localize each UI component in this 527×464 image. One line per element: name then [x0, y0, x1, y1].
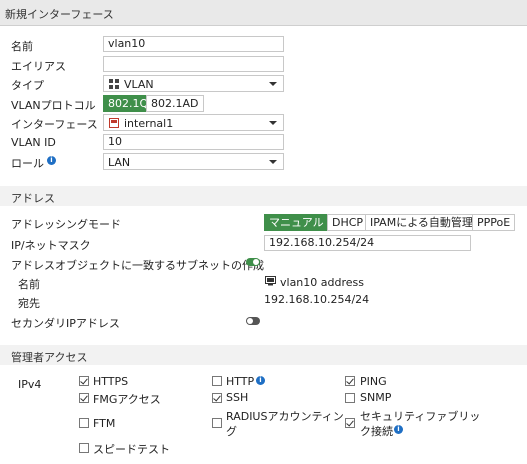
vlan-protocol-8021ad[interactable]: 802.1AD	[146, 95, 204, 112]
ipv4-label: IPv4	[18, 378, 42, 391]
mode-dhcp-button[interactable]: DHCP	[327, 214, 369, 231]
chevron-down-icon	[269, 82, 277, 86]
fmg-access-label: FMGアクセス	[93, 393, 161, 406]
ftm-checkbox[interactable]	[79, 418, 89, 428]
mode-manual-button[interactable]: マニュアル	[264, 214, 329, 231]
radius-accounting-label-line1: RADIUSアカウンティン	[226, 410, 344, 423]
role-value: LAN	[108, 156, 131, 169]
snmp-label: SNMP	[360, 391, 392, 404]
https-checkbox[interactable]	[79, 376, 89, 386]
chevron-down-icon	[269, 160, 277, 164]
port-icon	[109, 118, 119, 128]
fmg-access-checkbox[interactable]	[79, 393, 89, 403]
subnet-dest-value: 192.168.10.254/24	[264, 293, 370, 306]
create-subnet-toggle[interactable]	[246, 258, 260, 266]
chevron-down-icon	[269, 121, 277, 125]
info-icon[interactable]: i	[256, 376, 265, 385]
type-select[interactable]: VLAN	[103, 75, 284, 92]
ftm-label: FTM	[93, 417, 116, 430]
admin-access-section-header: 管理者アクセス	[0, 345, 527, 365]
interface-value: internal1	[124, 117, 174, 130]
address-section-title: アドレス	[11, 192, 55, 205]
create-subnet-label: アドレスオブジェクトに一致するサブネットの作成	[11, 259, 264, 272]
vlan-icon	[109, 79, 119, 89]
interface-label: インターフェース	[11, 118, 98, 131]
vlan-protocol-label: VLANプロトコル	[11, 99, 96, 112]
security-fabric-label-line1: セキュリティファブリッ	[360, 410, 481, 423]
subnet-dest-label: 宛先	[18, 297, 40, 310]
ssh-checkbox[interactable]	[212, 393, 222, 403]
addressing-mode-label: アドレッシングモード	[11, 218, 121, 231]
ip-netmask-input[interactable]: 192.168.10.254/24	[264, 235, 471, 251]
speed-test-label: スピードテスト	[93, 443, 170, 456]
alias-label: エイリアス	[11, 60, 66, 73]
type-label: タイプ	[11, 79, 44, 92]
info-icon[interactable]: i	[394, 425, 403, 434]
radius-accounting-checkbox[interactable]	[212, 418, 222, 428]
http-label: HTTP	[226, 375, 255, 388]
subnet-name-label: 名前	[18, 278, 40, 291]
address-object-icon	[265, 276, 276, 286]
http-checkbox[interactable]	[212, 376, 222, 386]
mode-ipam-button[interactable]: IPAMによる自動管理	[365, 214, 478, 231]
https-label: HTTPS	[93, 375, 129, 388]
admin-access-section-title: 管理者アクセス	[11, 351, 88, 364]
secondary-ip-toggle[interactable]	[246, 317, 260, 325]
type-value: VLAN	[124, 78, 154, 91]
name-label: 名前	[11, 40, 33, 53]
info-icon[interactable]: i	[47, 156, 56, 165]
mode-pppoe-button[interactable]: PPPoE	[472, 214, 516, 231]
snmp-checkbox[interactable]	[345, 393, 355, 403]
interface-select[interactable]: internal1	[103, 114, 284, 131]
dialog-title: 新規インターフェース	[5, 8, 114, 21]
dialog-header: 新規インターフェース	[0, 0, 527, 26]
vlan-id-input[interactable]: 10	[103, 134, 284, 150]
ip-netmask-label: IP/ネットマスク	[11, 239, 91, 252]
role-label: ロール	[11, 157, 44, 170]
security-fabric-label-line2: ク接続	[360, 425, 393, 438]
role-select[interactable]: LAN	[103, 153, 284, 170]
vlan-id-label: VLAN ID	[11, 136, 56, 149]
name-input[interactable]: vlan10	[103, 36, 284, 52]
speed-test-checkbox[interactable]	[79, 443, 89, 453]
radius-accounting-label-line2: グ	[226, 425, 237, 438]
ping-checkbox[interactable]	[345, 376, 355, 386]
subnet-name-value: vlan10 address	[280, 276, 364, 289]
ping-label: PING	[360, 375, 387, 388]
alias-input[interactable]	[103, 56, 284, 72]
security-fabric-checkbox[interactable]	[345, 418, 355, 428]
secondary-ip-label: セカンダリIPアドレス	[11, 317, 120, 330]
address-section-header: アドレス	[0, 186, 527, 206]
ssh-label: SSH	[226, 391, 249, 404]
